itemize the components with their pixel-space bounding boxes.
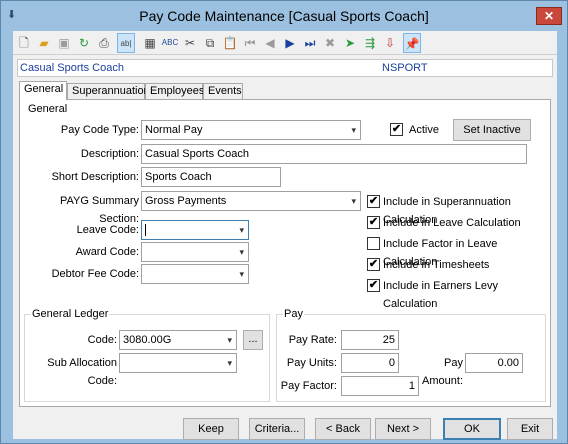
active-label: Active [409,124,439,136]
pay-code-maintenance-window: ⬇ Pay Code Maintenance [Casual Sports Co… [0,0,568,444]
leave-code-label: Leave Code: [76,224,139,236]
keep-button[interactable]: Keep [183,418,239,440]
main-content: Casual Sports Coach NSPORT General Super… [13,55,557,440]
general-tab-panel: General Pay Code Type: Normal Pay ▾ ✔ Ac… [19,99,551,407]
new-document-icon[interactable]: 🗋 [15,33,33,53]
cut-icon[interactable]: ✂ [181,33,199,53]
chevron-down-icon: ▾ [351,125,356,135]
chevron-down-icon: ▾ [351,196,356,206]
criteria-button[interactable]: Criteria... [249,418,305,440]
exit-button[interactable]: Exit [507,418,553,440]
apply-icon[interactable]: ➤ [341,33,359,53]
include-timesheets-checkbox[interactable]: ✔ [367,258,380,271]
pay-code-type-value: Normal Pay [145,124,203,136]
back-button[interactable]: < Back [315,418,371,440]
ok-button[interactable]: OK [443,418,501,440]
include-leave-checkbox[interactable]: ✔ [367,216,380,229]
save-icon[interactable]: ▣ [55,33,73,53]
award-code-label: Award Code: [75,246,139,258]
chevron-down-icon: ▾ [227,358,232,368]
pay-group-title: Pay [283,308,304,320]
payg-summary-select[interactable]: Gross Payments ▾ [141,191,361,211]
general-group: General Pay Code Type: Normal Pay ▾ ✔ Ac… [24,103,546,310]
previous-record-icon[interactable]: ◀ [261,33,279,53]
short-description-input[interactable]: Sports Coach [141,167,281,187]
include-earners-levy-label: Include in Earners Levy Calculation [383,280,498,310]
include-superannuation-checkbox[interactable]: ✔ [367,195,380,208]
chevron-down-icon: ▾ [239,269,244,279]
pay-rate-input[interactable]: 25 [341,330,399,350]
toolbar: 🗋 ▰ ▣ ↻ ⎙ ab| ▦ ABC ✂ ⧉ 📋 ⏮ ◀ ▶ ⏭ ✖ ➤ ⇶ … [13,31,557,55]
paste-icon[interactable]: 📋 [221,33,239,53]
pay-amount-input[interactable]: 0.00 [465,353,523,373]
sub-allocation-code-label: Sub Allocation Code: [47,357,117,387]
tab-general[interactable]: General [19,81,67,100]
description-input[interactable]: Casual Sports Coach [141,144,527,164]
include-factor-leave-checkbox[interactable] [367,237,380,250]
pay-units-label: Pay Units: [286,357,337,369]
sub-allocation-code-select[interactable]: ▾ [119,353,237,373]
first-record-icon[interactable]: ⏮ [241,33,259,53]
general-group-title: General [27,103,69,115]
leave-code-select[interactable]: ▾ [141,220,249,240]
pin-icon[interactable]: 📌 [403,33,421,53]
include-timesheets-label: Include in Timesheets [383,259,490,271]
gl-code-select[interactable]: 3080.00G ▾ [119,330,237,350]
debtor-fee-code-select[interactable]: ▾ [141,264,249,284]
payg-summary-value: Gross Payments [145,195,227,207]
pay-factor-input[interactable]: 1 [341,376,419,396]
pay-group: Pay Pay Rate: 25 Pay Units: 0 Pay Amount… [276,308,546,402]
spellcheck-icon[interactable]: ABC [161,33,179,53]
last-record-icon[interactable]: ⏭ [301,33,319,53]
next-button[interactable]: Next > [375,418,431,440]
general-ledger-group-title: General Ledger [31,308,110,320]
title-bar[interactable]: ⬇ Pay Code Maintenance [Casual Sports Co… [1,1,567,31]
chevron-down-icon: ▾ [239,247,244,257]
text-caret [145,224,146,236]
general-ledger-group: General Ledger Code: 3080.00G ▾ ... Sub … [24,308,270,402]
refresh-icon[interactable]: ↻ [75,33,93,53]
award-code-select[interactable]: ▾ [141,242,249,262]
import-icon[interactable]: ⇩ [381,33,399,53]
pay-rate-label: Pay Rate: [288,334,337,346]
set-inactive-button[interactable]: Set Inactive [453,119,531,141]
close-button[interactable]: ✕ [536,7,562,25]
delete-icon[interactable]: ✖ [321,33,339,53]
record-header: Casual Sports Coach NSPORT [17,59,553,77]
include-leave-label: Include in Leave Calculation [383,217,521,229]
chevron-down-icon: ▾ [239,225,244,235]
short-description-label: Short Description: [51,171,139,183]
record-code: NSPORT [382,62,428,74]
calculator-icon[interactable]: ▦ [141,33,159,53]
pay-code-type-select[interactable]: Normal Pay ▾ [141,120,361,140]
pay-code-type-label: Pay Code Type: [60,124,139,136]
debtor-fee-code-label: Debtor Fee Code: [51,268,139,280]
gl-code-value: 3080.00G [123,334,172,346]
pay-units-input[interactable]: 0 [341,353,399,373]
tab-employees[interactable]: Employees [145,83,204,100]
edit-field-icon[interactable]: ab| [117,33,135,53]
window-title: Pay Code Maintenance [Casual Sports Coac… [139,8,429,24]
include-earners-levy-checkbox[interactable]: ✔ [367,279,380,292]
open-folder-icon[interactable]: ▰ [35,33,53,53]
chevron-down-icon: ▾ [227,335,232,345]
export-icon[interactable]: ⇶ [361,33,379,53]
next-record-icon[interactable]: ▶ [281,33,299,53]
tab-superannuation[interactable]: Superannuation [67,83,150,100]
gl-code-browse-button[interactable]: ... [243,330,263,350]
print-icon[interactable]: ⎙ [95,33,113,53]
description-label: Description: [80,148,139,160]
record-name: Casual Sports Coach [20,62,124,74]
copy-icon[interactable]: ⧉ [201,33,219,53]
tab-events[interactable]: Events [203,83,243,100]
active-checkbox[interactable]: ✔ [390,123,403,136]
pay-factor-label: Pay Factor: [280,380,337,392]
gl-code-label: Code: [87,334,117,346]
